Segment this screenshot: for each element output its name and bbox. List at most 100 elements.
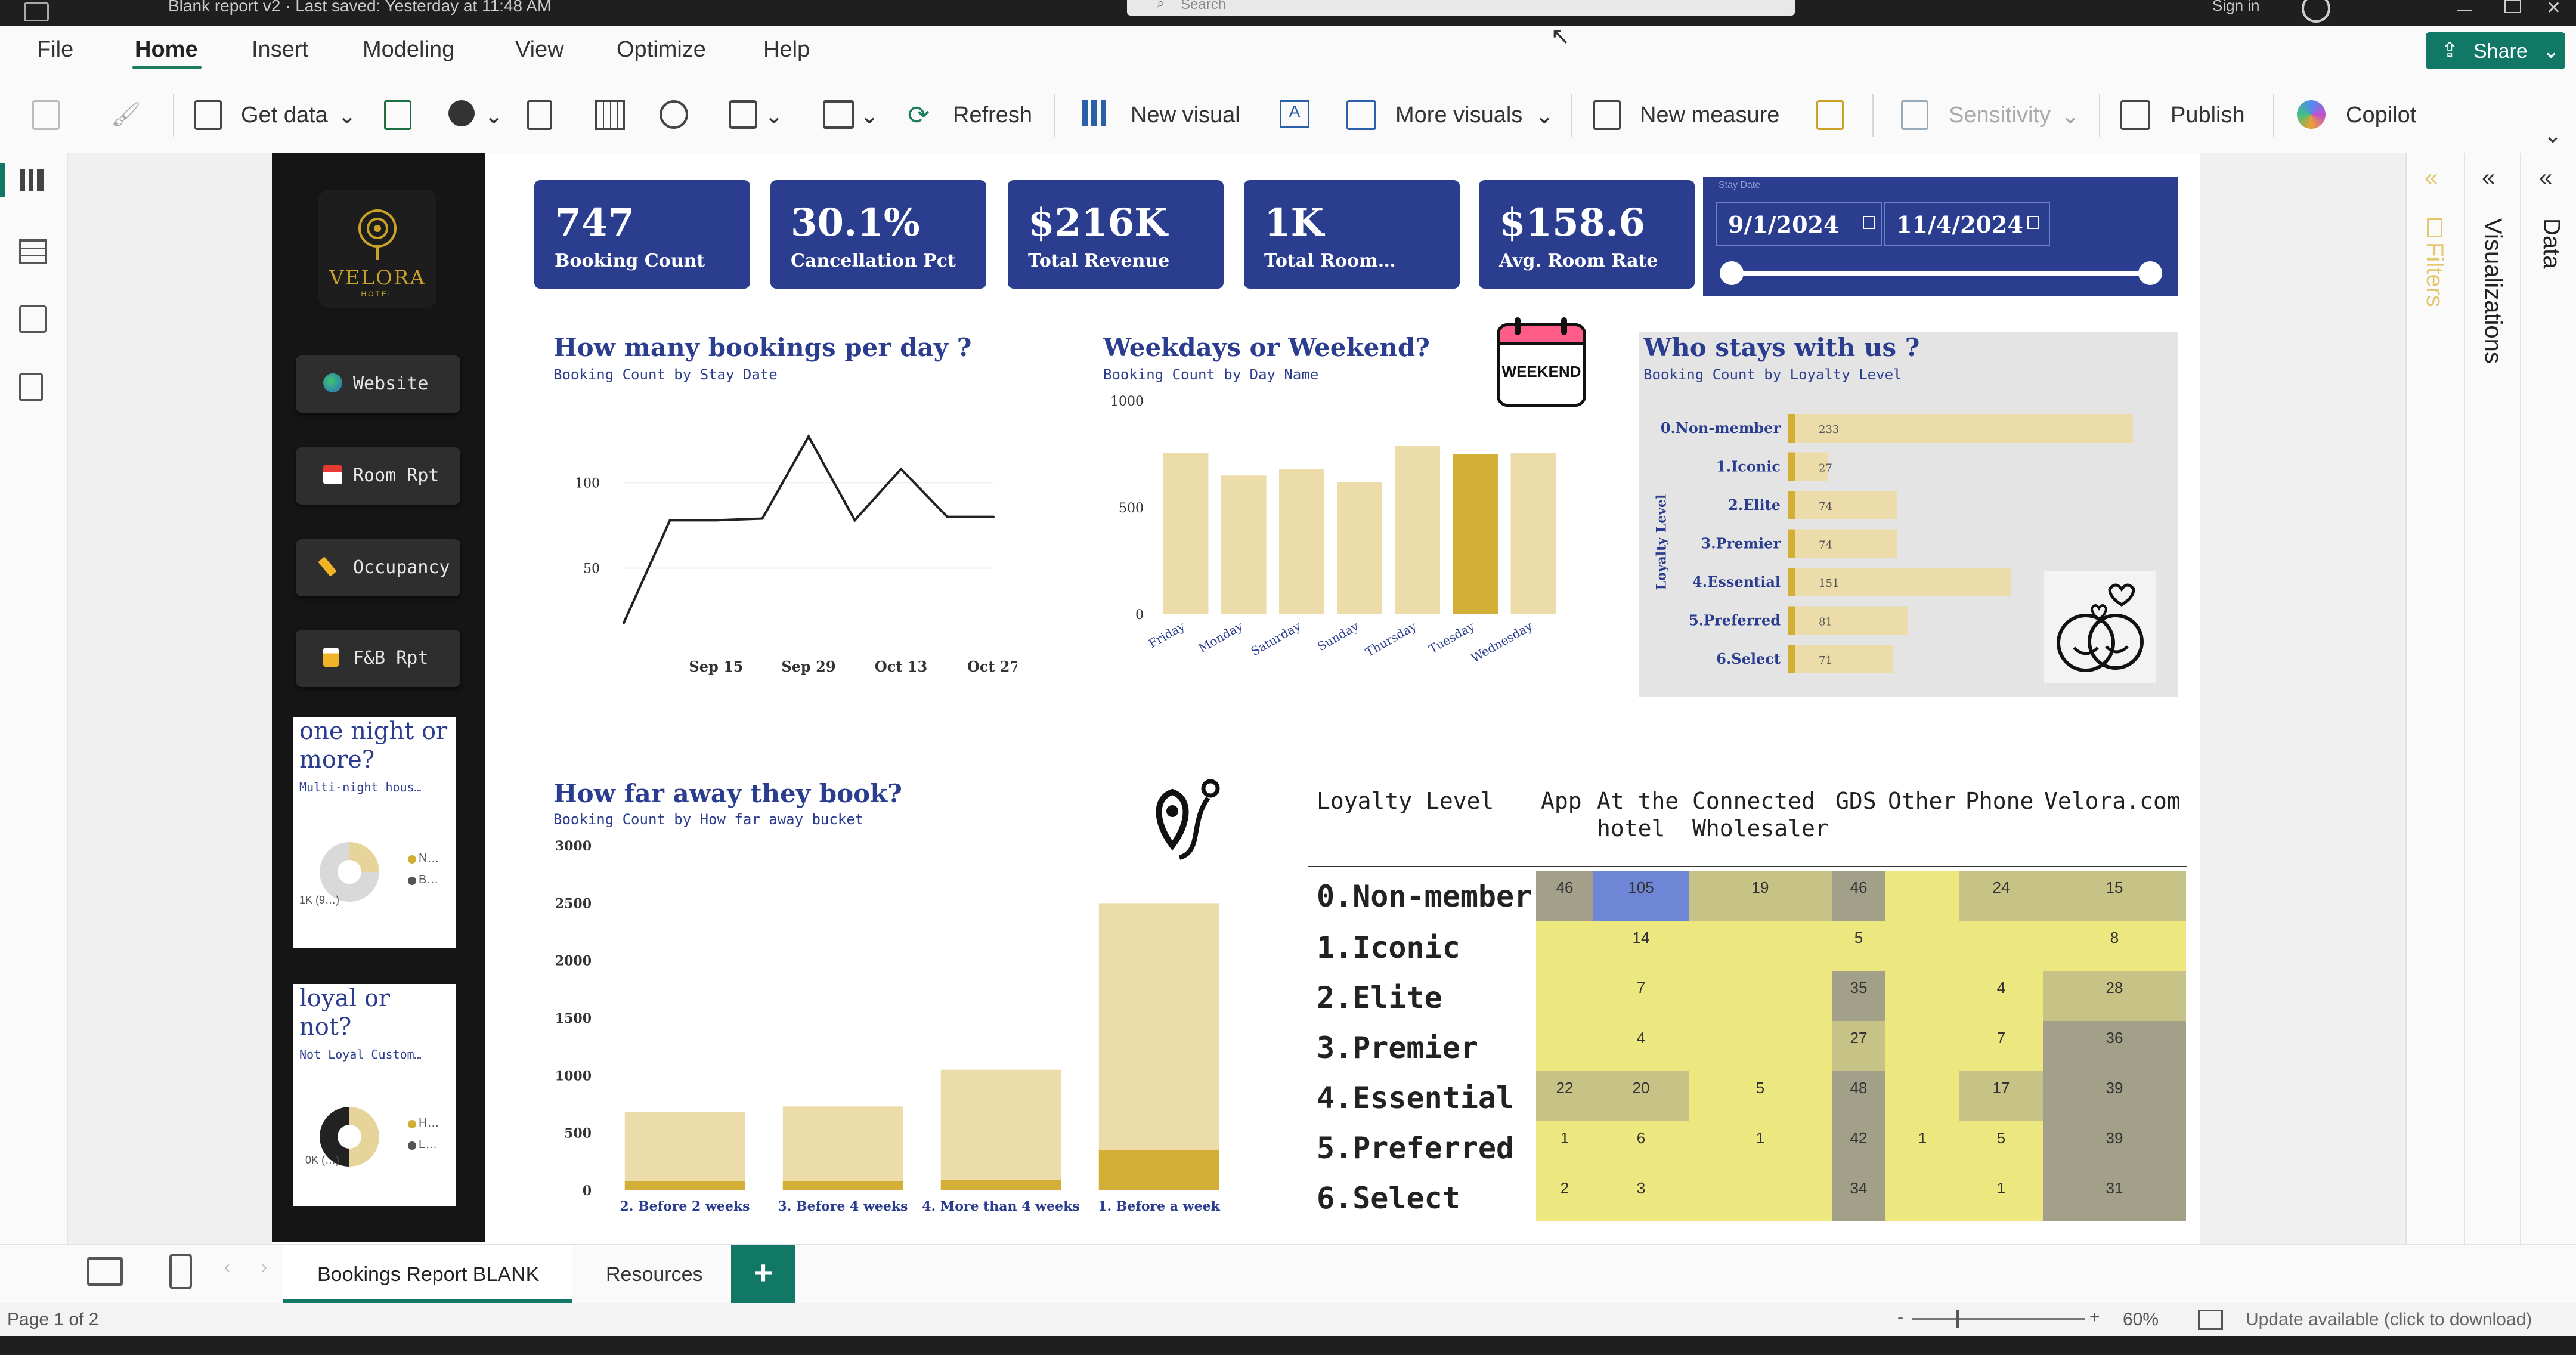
mobile-layout-icon[interactable]	[169, 1254, 192, 1289]
table-cell[interactable]: 7	[1593, 971, 1689, 1021]
table-cell[interactable]: 48	[1832, 1071, 1885, 1121]
zoom-slider[interactable]	[1912, 1318, 2085, 1320]
bookings-per-day-chart[interactable]: How many bookings per day ? Booking Coun…	[546, 332, 1017, 697]
table-cell[interactable]: 19	[1689, 871, 1832, 921]
table-row[interactable]: 3.Premier 4 27 7 36	[1307, 1021, 2190, 1071]
zoom-out-button[interactable]: -	[1897, 1307, 1903, 1328]
new-visual-button[interactable]: New visual	[1131, 103, 1240, 128]
table-cell[interactable]: 24	[1959, 871, 2043, 921]
table-row[interactable]: 0.Non-member 46 105 19 46 24 15	[1307, 871, 2190, 921]
table-cell[interactable]: 42	[1832, 1121, 1885, 1171]
table-cell[interactable]: 20	[1593, 1071, 1689, 1121]
table-row[interactable]: 5.Preferred 1 6 1 42 1 5 39	[1307, 1121, 2190, 1171]
table-cell[interactable]: 22	[1536, 1071, 1593, 1121]
app-grid-icon[interactable]	[24, 2, 49, 21]
collapse-icon[interactable]: «	[2425, 165, 2438, 191]
transform-icon[interactable]	[823, 100, 854, 129]
website-button[interactable]: Website	[296, 355, 460, 413]
model-view-icon[interactable]	[19, 305, 47, 333]
zoom-slider-thumb[interactable]	[1956, 1310, 1959, 1328]
table-cell[interactable]: 7	[1959, 1021, 2043, 1071]
table-cell[interactable]	[1689, 1021, 1832, 1071]
multi-night-donut[interactable]	[320, 842, 379, 902]
table-cell[interactable]	[1689, 1171, 1832, 1221]
table-cell[interactable]: 46	[1536, 871, 1593, 921]
text-box-icon[interactable]: A	[1280, 100, 1309, 128]
chevron-down-icon[interactable]: ⌄	[2061, 103, 2080, 129]
table-cell[interactable]	[1536, 1021, 1593, 1071]
tab-bookings-report[interactable]: Bookings Report BLANK	[283, 1245, 572, 1304]
kpi-total-revenue[interactable]: $216K Total Revenue	[1008, 180, 1224, 289]
dax-query-icon[interactable]	[19, 373, 43, 401]
weekday-chart[interactable]: Weekdays or Weekend? Booking Count by Da…	[1097, 317, 1590, 697]
table-cell[interactable]: 3	[1593, 1171, 1689, 1221]
table-cell[interactable]	[1536, 971, 1593, 1021]
end-date-input[interactable]: 11/4/2024	[1884, 202, 2050, 246]
menu-modeling[interactable]: Modeling	[363, 37, 454, 63]
filters-label[interactable]: Filters	[2421, 242, 2448, 307]
collapse-icon[interactable]: «	[2482, 165, 2495, 191]
line-chart-svg[interactable]: 100 50 Sep 15 Sep 29 Oct 13 Oct 27	[546, 332, 1017, 697]
table-cell[interactable]: 4	[1959, 971, 2043, 1021]
recent-sources-icon[interactable]	[660, 100, 688, 129]
table-cell[interactable]	[1689, 921, 1832, 971]
quick-measure-icon[interactable]	[1816, 100, 1844, 130]
menu-insert[interactable]: Insert	[252, 37, 308, 63]
chevron-down-icon[interactable]: ⌄	[338, 103, 357, 129]
fit-page-icon[interactable]	[2198, 1310, 2223, 1330]
visualizations-label[interactable]: Visualizations	[2479, 218, 2506, 364]
visualizations-pane[interactable]: « Visualizations	[2465, 153, 2521, 1244]
bar-chart-svg[interactable]: 1000 500 0Friday Monday Saturday Sunday Thursd…	[1097, 332, 1590, 697]
calendar-icon[interactable]	[2027, 216, 2039, 229]
kpi-total-rooms[interactable]: 1K Total Room…	[1244, 180, 1460, 289]
table-cell[interactable]: 28	[2043, 971, 2186, 1021]
close-icon[interactable]: ✕	[2546, 0, 2561, 18]
table-cell[interactable]: 36	[2043, 1021, 2186, 1071]
ribbon-collapse-icon[interactable]: ⌄	[2544, 123, 2562, 148]
table-row[interactable]: 6.Select 2 3 34 1 31	[1307, 1171, 2190, 1221]
table-cell[interactable]: 105	[1593, 871, 1689, 921]
table-cell[interactable]: 1	[1689, 1121, 1832, 1171]
table-cell[interactable]	[1959, 921, 2043, 971]
booking-lead-time-chart[interactable]: How far away they book? Booking Count by…	[546, 779, 1256, 1239]
search-box[interactable]: ⌕ Search	[1127, 0, 1795, 16]
table-cell[interactable]: 31	[2043, 1171, 2186, 1221]
desktop-layout-icon[interactable]	[87, 1257, 123, 1286]
publish-button[interactable]: Publish	[2171, 103, 2245, 128]
fb-rpt-button[interactable]: F&B Rpt	[296, 630, 460, 687]
table-cell[interactable]	[1885, 1021, 1959, 1071]
column-header[interactable]: Phone	[1965, 787, 2033, 815]
table-cell[interactable]: 5	[1689, 1071, 1832, 1121]
column-header[interactable]: Connected Wholesaler	[1692, 787, 1859, 842]
table-cell[interactable]: 1	[1959, 1171, 2043, 1221]
calendar-icon[interactable]	[1863, 216, 1875, 229]
column-header[interactable]: Other	[1888, 787, 1956, 815]
table-cell[interactable]: 1	[1536, 1121, 1593, 1171]
prev-page-icon[interactable]: ‹	[224, 1257, 230, 1277]
copilot-button[interactable]: Copilot	[2346, 103, 2416, 128]
loyalty-card[interactable]: loyal or not? Not Loyal Custom… H… L… 0K…	[293, 984, 456, 1206]
table-icon[interactable]	[595, 100, 625, 130]
loyalty-level-chart[interactable]: Who stays with us ? Booking Count by Loy…	[1639, 332, 2178, 697]
table-cell[interactable]: 27	[1832, 1021, 1885, 1071]
table-cell[interactable]: 35	[1832, 971, 1885, 1021]
menu-help[interactable]: Help	[763, 37, 810, 63]
table-cell[interactable]: 6	[1593, 1121, 1689, 1171]
more-visuals-button[interactable]: More visuals	[1395, 103, 1522, 128]
menu-optimize[interactable]: Optimize	[617, 37, 706, 63]
minimize-icon[interactable]: —	[2457, 0, 2472, 18]
occupancy-button[interactable]: Occupancy	[296, 539, 460, 596]
table-cell[interactable]: 14	[1593, 921, 1689, 971]
excel-icon[interactable]	[384, 100, 411, 130]
refresh-button[interactable]: Refresh	[953, 103, 1032, 128]
chevron-down-icon[interactable]: ⌄	[1535, 103, 1554, 129]
column-header[interactable]: App	[1541, 787, 1582, 815]
chevron-down-icon[interactable]: ⌄	[860, 103, 879, 129]
table-cell[interactable]	[1885, 1071, 1959, 1121]
data-label[interactable]: Data	[2538, 218, 2565, 269]
add-page-button[interactable]: +	[731, 1245, 795, 1304]
column-header[interactable]: Loyalty Level	[1317, 787, 1494, 815]
table-cell[interactable]: 4	[1593, 1021, 1689, 1071]
channel-loyalty-matrix[interactable]: Loyalty Level App At the hotel Connected…	[1307, 777, 2190, 1231]
table-cell[interactable]	[1885, 871, 1959, 921]
